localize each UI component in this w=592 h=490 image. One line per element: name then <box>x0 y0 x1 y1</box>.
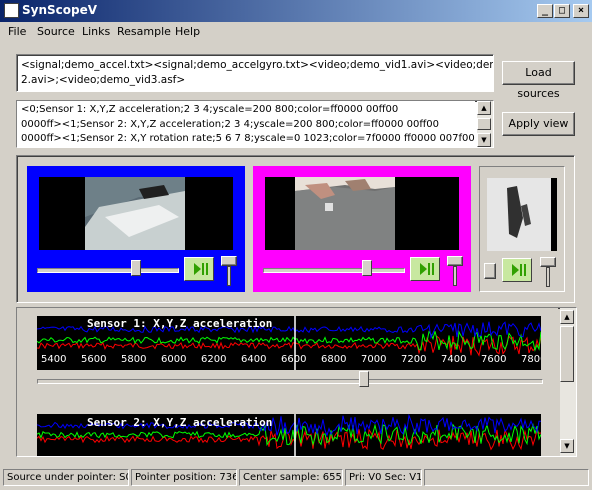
scroll-thumb[interactable] <box>477 118 491 130</box>
menu-file[interactable]: File <box>8 25 26 38</box>
status-pri-sec: Pri: V0 Sec: V1 <box>345 469 422 486</box>
menu-resample[interactable]: Resample <box>117 25 171 38</box>
video-volume-1[interactable] <box>221 256 237 266</box>
video-panel-3 <box>479 166 565 292</box>
sources-line-1: <signal;demo_accel.txt><signal;demo_acce… <box>21 59 494 71</box>
video-volume-3[interactable] <box>540 257 556 267</box>
video-image-3 <box>487 178 557 251</box>
signal-plot-1[interactable]: Sensor 1: X,Y,Z acceleration 5400 5600 580… <box>37 316 541 370</box>
view-line-1: <0;Sensor 1: X,Y,Z acceleration;2 3 4;ys… <box>21 104 399 115</box>
video-slider-thumb-2[interactable] <box>362 260 372 276</box>
sources-input[interactable]: <signal;demo_accel.txt><signal;demo_acce… <box>16 54 494 92</box>
x-tick-label: 5600 <box>81 354 107 365</box>
menu-links[interactable]: Links <box>82 25 110 38</box>
signal-title-1: Sensor 1: X,Y,Z acceleration <box>87 317 273 330</box>
play-pause-button-2[interactable] <box>410 257 440 281</box>
x-tick-label: 7200 <box>401 354 427 365</box>
scroll-up-icon[interactable]: ▲ <box>560 310 574 324</box>
play-pause-icon <box>194 263 208 275</box>
video-image-1 <box>39 177 233 250</box>
video-slider-thumb-3[interactable] <box>484 263 496 279</box>
video-frame-3[interactable] <box>487 178 557 251</box>
video-image-2 <box>265 177 459 250</box>
scroll-up-icon[interactable]: ▲ <box>477 101 491 115</box>
scroll-down-icon[interactable]: ▼ <box>477 133 491 147</box>
video-volume-2[interactable] <box>447 256 463 266</box>
status-pointer: Pointer position: 7369 <box>131 469 237 486</box>
signal-scroll-thumb[interactable] <box>359 371 369 387</box>
menu-source[interactable]: Source <box>37 25 75 38</box>
play-pause-icon <box>420 263 434 275</box>
signals-area: Sensor 1: X,Y,Z acceleration 5400 5600 580… <box>16 307 577 457</box>
close-icon[interactable]: × <box>573 4 589 18</box>
app-icon <box>4 3 19 18</box>
x-tick-label: 7600 <box>481 354 507 365</box>
load-sources-button[interactable]: Load sources <box>502 61 575 100</box>
status-empty <box>424 469 589 486</box>
video-area <box>16 155 575 303</box>
video-volume-stem-1 <box>227 266 231 286</box>
x-tick-label: 5800 <box>121 354 147 365</box>
sources-line-2: 2.avi>;<video;demo_vid3.asf> <box>21 74 186 86</box>
view-scrollbar[interactable]: ▲ ▼ <box>477 101 493 147</box>
video-panel-1 <box>27 166 245 292</box>
menu-help[interactable]: Help <box>175 25 200 38</box>
x-tick-label: 6000 <box>161 354 187 365</box>
x-tick-label: 6800 <box>321 354 347 365</box>
maximize-icon[interactable]: □ <box>554 4 570 18</box>
video-volume-stem-2 <box>453 266 457 286</box>
signals-scroll-content: Sensor 1: X,Y,Z acceleration 5400 5600 580… <box>17 308 558 456</box>
signal-title-2: Sensor 2: X,Y,Z acceleration <box>87 416 273 429</box>
x-tick-label: 6200 <box>201 354 227 365</box>
video-frame-2[interactable] <box>265 177 459 250</box>
play-pause-button-3[interactable] <box>502 258 532 282</box>
scroll-down-icon[interactable]: ▼ <box>560 439 574 453</box>
view-line-2: 0000ff><1;Sensor 2: X,Y,Z acceleration;2… <box>21 118 439 130</box>
x-tick-label: 7800 <box>521 354 541 365</box>
video-frame-1[interactable] <box>39 177 233 250</box>
video-volume-stem-3 <box>546 267 550 287</box>
status-center: Center sample: 6559 <box>239 469 343 486</box>
x-tick-label: 6400 <box>241 354 267 365</box>
signal-plot-2[interactable]: Sensor 2: X,Y,Z acceleration <box>37 414 541 456</box>
video-panel-2 <box>253 166 471 292</box>
title-bar[interactable]: SynScopeV _ □ × <box>0 0 592 22</box>
status-source: Source under pointer: S0 <box>3 469 129 486</box>
x-tick-label: 7000 <box>361 354 387 365</box>
signals-scrollbar[interactable]: ▲ ▼ <box>560 308 576 456</box>
x-tick-label: 6600 <box>281 354 307 365</box>
signal-scroll-track[interactable] <box>37 379 543 384</box>
minimize-icon[interactable]: _ <box>537 4 553 18</box>
apply-view-button[interactable]: Apply view <box>502 112 575 136</box>
view-input[interactable]: <0;Sensor 1: X,Y,Z acceleration;2 3 4;ys… <box>16 100 494 148</box>
play-pause-icon <box>512 264 526 276</box>
video-slider-track-1[interactable] <box>37 268 179 273</box>
x-tick-label: 7400 <box>441 354 467 365</box>
window-title: SynScopeV <box>22 3 98 17</box>
view-line-3: 0000ff><1;Sensor 2: X,Y rotation rate;5 … <box>21 133 475 144</box>
video-slider-track-2[interactable] <box>263 268 405 273</box>
signals-scroll-thumb[interactable] <box>560 326 574 382</box>
menu-bar: File Source Links Resample Help <box>0 22 592 42</box>
play-pause-button-1[interactable] <box>184 257 214 281</box>
video-slider-thumb-1[interactable] <box>131 260 141 276</box>
x-tick-label: 5400 <box>41 354 67 365</box>
